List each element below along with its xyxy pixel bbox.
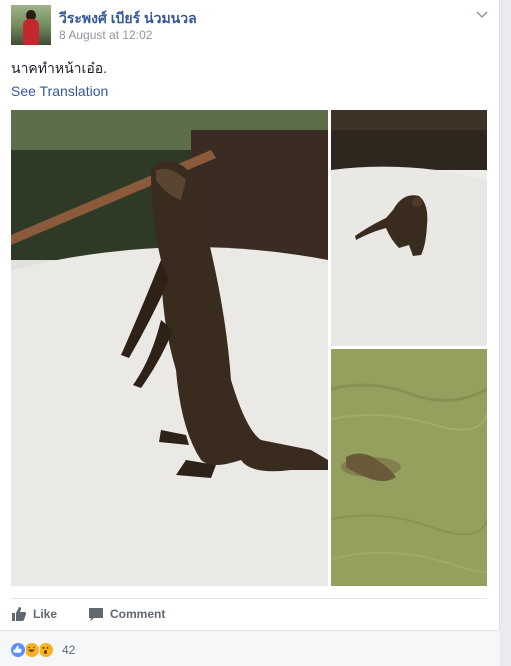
post-timestamp[interactable]: 8 August at 12:02 [59, 28, 152, 42]
photo-otter-walking[interactable] [331, 110, 487, 346]
photo-otter-swimming[interactable] [331, 349, 487, 586]
comment-label: Comment [110, 607, 166, 621]
post-header: วีระพงศ์ เบียร์ น่วมนวล 8 August at 12:0… [11, 5, 491, 45]
post-text: นาคทำหน้าเอ๋อ. [11, 60, 108, 76]
reaction-count[interactable]: 42 [62, 643, 75, 657]
comment-button[interactable]: Comment [88, 603, 165, 625]
wow-icon [38, 642, 54, 658]
haha-icon [24, 642, 40, 658]
like-icon [10, 642, 26, 658]
scrollbar[interactable] [500, 0, 511, 666]
chevron-down-icon[interactable] [475, 7, 489, 21]
comment-icon [89, 608, 103, 621]
photo-otter-standing[interactable] [11, 110, 328, 586]
avatar[interactable] [11, 5, 51, 45]
thumbs-up-icon [12, 607, 26, 621]
post-card: วีระพงศ์ เบียร์ น่วมนวล 8 August at 12:0… [0, 0, 500, 666]
like-label: Like [33, 607, 58, 621]
like-button[interactable]: Like [11, 603, 57, 625]
author-name[interactable]: วีระพงศ์ เบียร์ น่วมนวล [59, 8, 197, 30]
actions-divider [11, 598, 487, 599]
see-translation-link[interactable]: See Translation [11, 83, 108, 99]
reactions-bar[interactable]: 42 [0, 630, 500, 666]
